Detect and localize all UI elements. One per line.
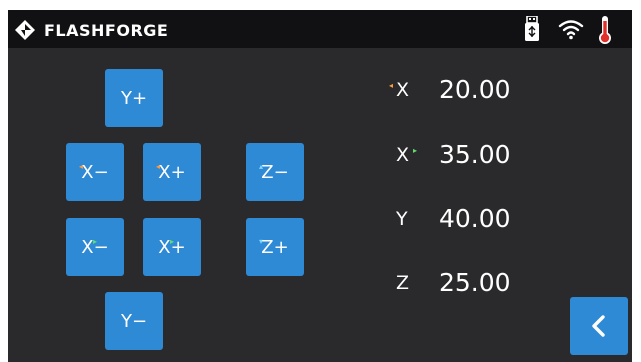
axis-value: 25.00: [439, 268, 511, 297]
axis-value: 40.00: [439, 204, 511, 233]
brand-name: FLASHFORGE: [44, 20, 169, 40]
y-minus-label: Y−: [120, 310, 148, 332]
axis-label: Y: [396, 208, 408, 230]
x-minus-right-extruder-button[interactable]: ▸ X−: [66, 218, 124, 276]
y-plus-label: Y+: [120, 87, 148, 109]
left-extruder-marker-icon: ◂: [389, 81, 394, 90]
x-minus-left-extruder-button[interactable]: ◂ X−: [66, 143, 124, 201]
z-minus-button[interactable]: ▴ Z−: [246, 143, 304, 201]
axis-value: 35.00: [439, 140, 511, 169]
coord-row-y: Y 40.00: [384, 204, 584, 234]
x-minus-label: X−: [81, 236, 109, 258]
x-minus-label: X−: [81, 161, 109, 183]
header-bar: FLASHFORGE: [8, 10, 632, 48]
coord-row-z: Z 25.00: [384, 268, 584, 298]
coord-row-x-right: X ▸ 35.00: [384, 140, 584, 170]
x-plus-label: X+: [158, 161, 186, 183]
y-plus-button[interactable]: Y+: [105, 69, 163, 127]
coord-row-x-left: ◂ X 20.00: [384, 75, 584, 105]
x-plus-right-extruder-button[interactable]: ▸ X+: [143, 218, 201, 276]
axis-label: Z: [396, 272, 410, 294]
thermometer-icon: [599, 16, 611, 44]
back-button[interactable]: [570, 297, 628, 355]
y-minus-button[interactable]: Y−: [105, 292, 163, 350]
flashforge-logo-icon: [15, 20, 35, 40]
right-extruder-marker-icon: ▸: [413, 146, 418, 155]
x-plus-left-extruder-button[interactable]: ◂ X+: [143, 143, 201, 201]
usb-drive-icon: [525, 16, 539, 41]
axis-label: ◂ X: [389, 79, 410, 101]
x-plus-label: X+: [158, 236, 186, 258]
axis-label: X ▸: [396, 144, 418, 166]
z-minus-label: Z−: [261, 161, 289, 183]
wifi-icon: [558, 20, 584, 40]
z-plus-button[interactable]: ▾ Z+: [246, 218, 304, 276]
z-plus-label: Z+: [261, 236, 289, 258]
printer-screen: FLASHFORGE Y+ ◂ X− ◂ X+ ▴ Z− ▸ X− ▸ X+ ▾…: [8, 10, 632, 362]
axis-value: 20.00: [439, 75, 511, 104]
chevron-left-icon: [592, 315, 605, 337]
brand: FLASHFORGE: [14, 18, 168, 42]
